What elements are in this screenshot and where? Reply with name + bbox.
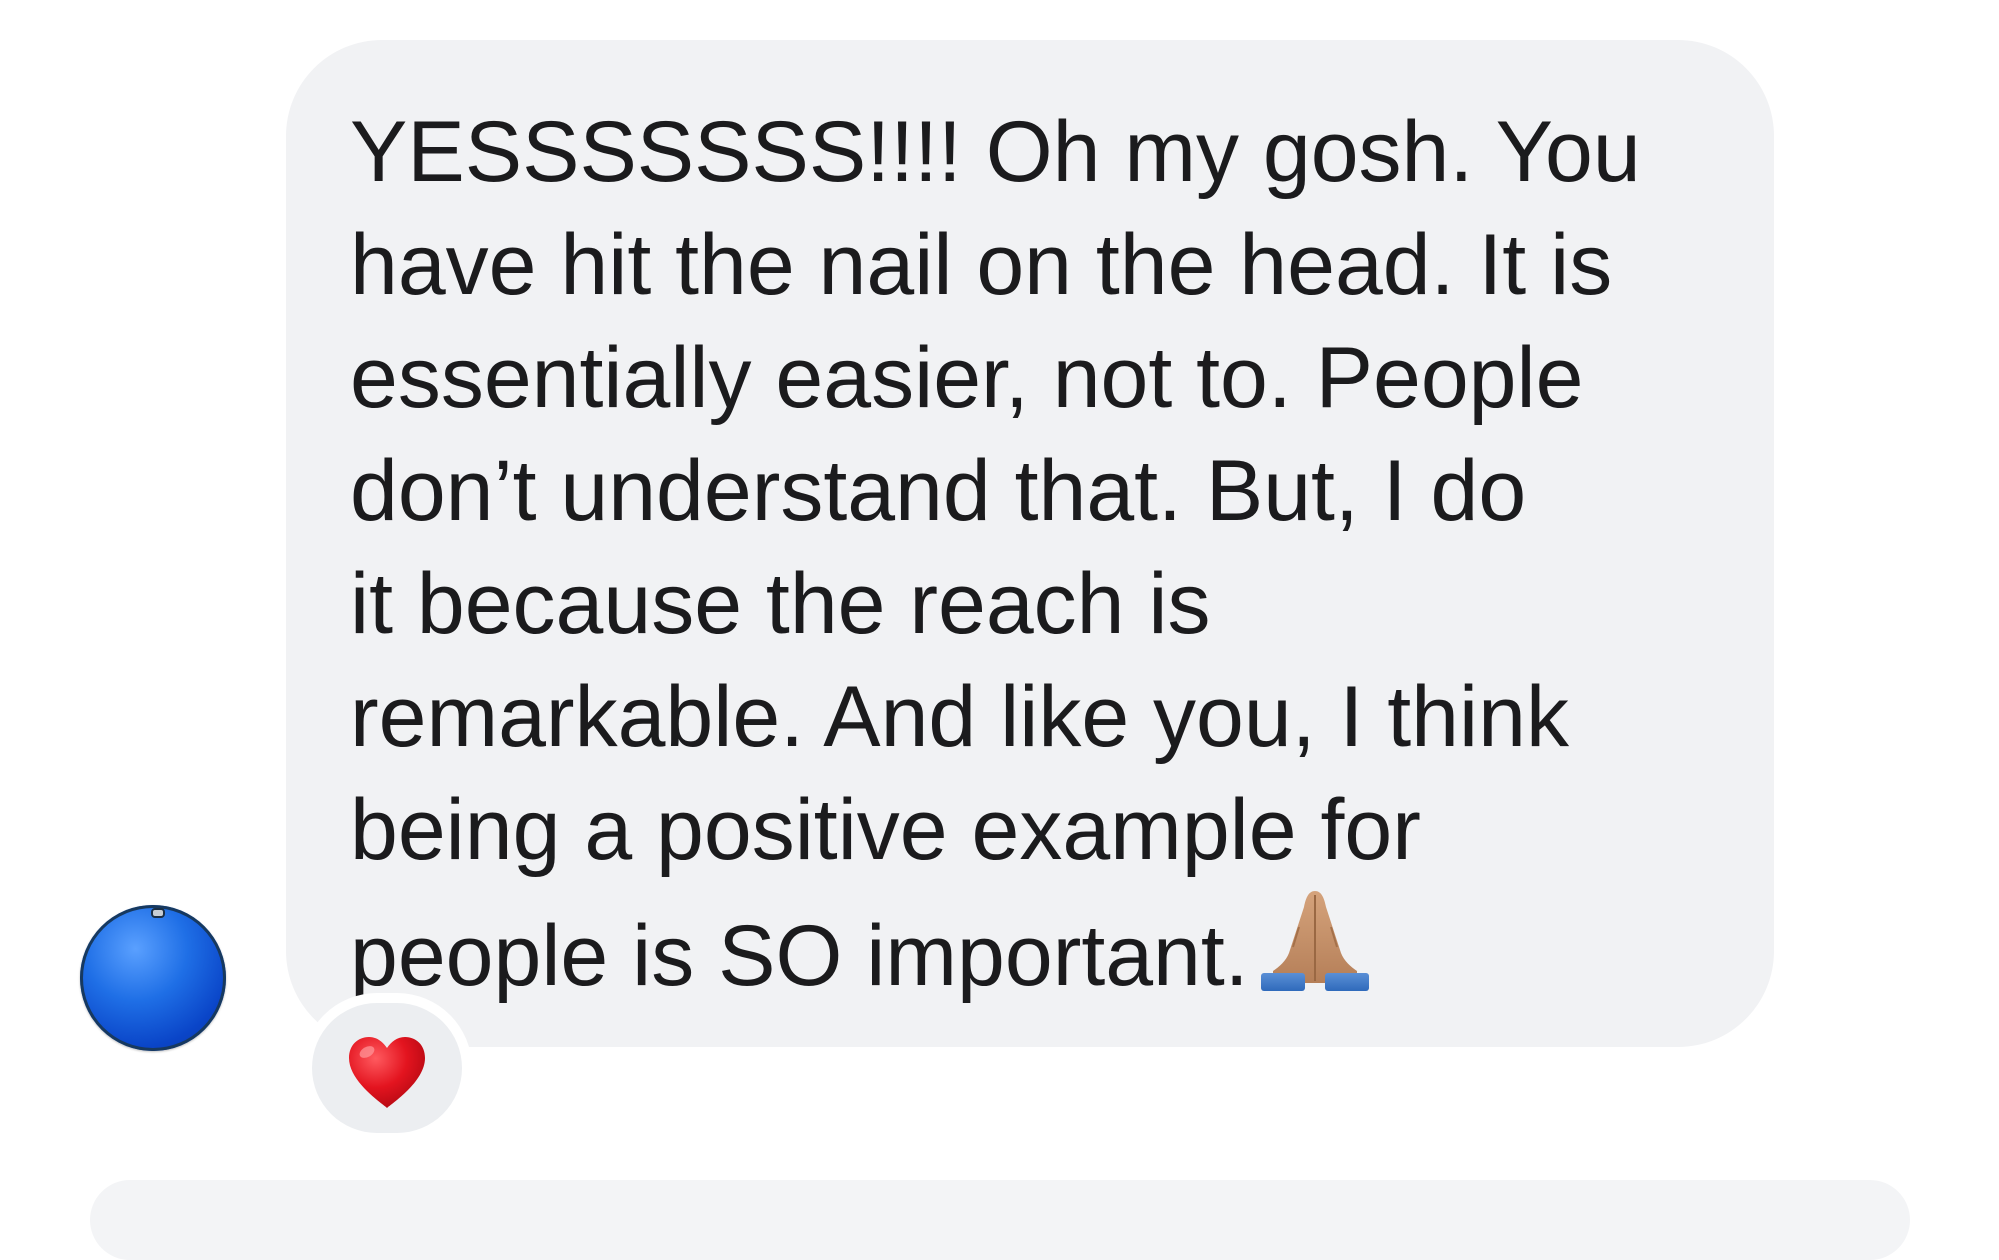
sender-avatar[interactable] xyxy=(80,905,226,1051)
message-line: essentially easier, not to. People xyxy=(350,330,1584,426)
message-line: being a positive example for xyxy=(350,782,1421,878)
message-line: remarkable. And like you, I think xyxy=(350,669,1569,765)
message-line: YESSSSSSS!!!! Oh my gosh. You xyxy=(350,104,1641,200)
message-line: don’t understand that. But, I do xyxy=(350,443,1527,539)
message-last-line: people is SO important. xyxy=(350,887,1710,1021)
red-heart-icon xyxy=(345,1034,429,1110)
message-line-text: people is SO important. xyxy=(350,908,1249,1004)
next-message-bubble[interactable] xyxy=(90,1180,1910,1260)
message-line: have hit the nail on the head. It is xyxy=(350,217,1613,313)
folded-hands-icon xyxy=(1259,887,1371,1021)
reaction-badge[interactable] xyxy=(312,1003,462,1133)
message-line: it because the reach is xyxy=(350,556,1211,652)
message-text: YESSSSSSS!!!! Oh my gosh. You have hit t… xyxy=(350,96,1710,1021)
